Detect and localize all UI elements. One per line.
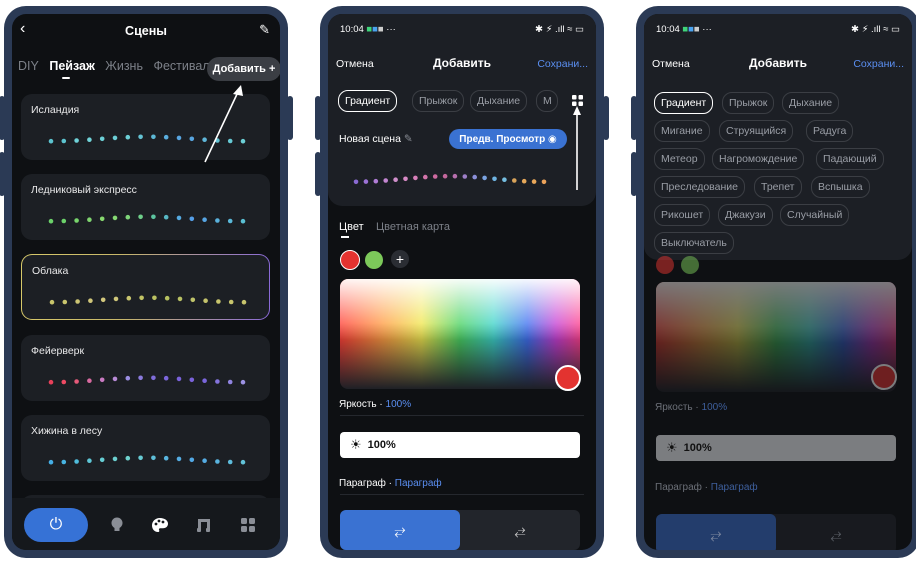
color-picker[interactable] — [340, 279, 581, 391]
direction-backward-icon[interactable]: ⥄ — [460, 510, 580, 550]
tab-indicator — [341, 236, 349, 238]
phone-frame-add: 10:04 ■■■ ··· ✱ ⚡ .ıll ≈ ▭ Отмена Добави… — [315, 6, 609, 558]
music-icon[interactable] — [194, 515, 214, 535]
direction-toggle: ⥂ ⥄ — [656, 514, 896, 550]
brightness-slider[interactable]: ☀ 100% — [340, 432, 580, 458]
effect-chip[interactable]: Вспышка — [811, 176, 870, 198]
save-button[interactable]: Сохрани... — [853, 58, 904, 70]
annotation-arrow — [204, 85, 243, 163]
direction-forward-icon[interactable]: ⥂ — [656, 514, 776, 550]
annotation-arrow — [573, 106, 581, 190]
nav-bar: Отмена Добавить Сохрани... — [652, 54, 904, 76]
power-icon[interactable]: ⏻ — [24, 508, 88, 542]
effect-chip[interactable]: Падающий — [816, 148, 884, 170]
paragraph-label: Параграф · Параграф — [655, 482, 758, 493]
status-icons: ✱ ⚡ .ıll ≈ ▭ — [851, 24, 900, 35]
status-time: 10:04 ■■■ ··· — [656, 24, 712, 35]
effect-chip[interactable]: Случайный — [780, 204, 850, 226]
effect-chip[interactable]: Мигание — [654, 120, 710, 142]
effect-chip[interactable]: Градиент — [654, 92, 714, 114]
phone-frame-effects: 10:04 ■■■ ··· ✱ ⚡ .ıll ≈ ▭ Отмена Добави… — [631, 6, 916, 558]
color-swatch-red[interactable] — [340, 250, 360, 270]
tab-colormap[interactable]: Цветная карта — [376, 221, 450, 233]
effects-screen: 10:04 ■■■ ··· ✱ ⚡ .ıll ≈ ▭ Отмена Добави… — [644, 14, 912, 550]
paragraph-label: Параграф · Параграф — [339, 478, 442, 489]
brightness-slider-value: 100% — [683, 442, 712, 454]
bottom-nav: ⏻ — [12, 498, 280, 550]
effect-chip[interactable]: Прыжок — [722, 92, 775, 114]
palette-icon[interactable] — [150, 515, 170, 535]
effect-chip[interactable]: Нагромождение — [712, 148, 805, 170]
color-swatch-green[interactable] — [681, 256, 699, 274]
color-picker[interactable] — [656, 282, 897, 392]
effect-chip[interactable]: Рикошет — [654, 204, 711, 226]
brightness-label: Яркость · 100% — [655, 402, 728, 413]
effect-chip[interactable]: Преследование — [654, 176, 745, 198]
direction-toggle: ⥂ ⥄ — [340, 510, 580, 550]
effect-chip[interactable]: Струящийся — [719, 120, 794, 142]
sun-icon: ☀ — [350, 437, 362, 452]
color-picker-handle[interactable] — [871, 364, 897, 390]
direction-backward-icon[interactable]: ⥄ — [776, 514, 896, 550]
color-swatch-red[interactable] — [656, 256, 674, 274]
effect-chip[interactable]: Трепет — [754, 176, 802, 198]
divider — [340, 415, 584, 416]
phone-frame-scenes: ‹ Сцены ✎ DIY Пейзаж Жизнь Фестивал Доба… — [0, 6, 293, 558]
direction-forward-icon[interactable]: ⥂ — [340, 510, 460, 550]
effect-chip[interactable]: Радуга — [806, 120, 854, 142]
sun-icon: ☀ — [666, 440, 678, 455]
color-swatch-green[interactable] — [365, 251, 383, 269]
color-picker-handle[interactable] — [555, 365, 581, 391]
effect-chip[interactable]: Дыхание — [782, 92, 840, 114]
effect-chip[interactable]: Выключатель — [654, 232, 734, 254]
brightness-slider[interactable]: ☀ 100% — [656, 435, 896, 461]
grid-icon[interactable] — [238, 515, 258, 535]
brightness-label: Яркость · 100% — [339, 399, 412, 410]
effect-chip[interactable]: Джакузи — [718, 204, 773, 226]
add-scene-screen: 10:04 ■■■ ··· ✱ ⚡ .ıll ≈ ▭ Отмена Добави… — [328, 14, 596, 550]
effect-chip[interactable]: Метеор — [654, 148, 705, 170]
tab-color[interactable]: Цвет — [339, 221, 364, 233]
divider — [340, 494, 584, 495]
bulb-icon[interactable] — [107, 515, 127, 535]
scenes-screen: ‹ Сцены ✎ DIY Пейзаж Жизнь Фестивал Доба… — [12, 14, 280, 550]
add-color-button[interactable]: + — [391, 250, 409, 268]
brightness-slider-value: 100% — [367, 439, 396, 451]
